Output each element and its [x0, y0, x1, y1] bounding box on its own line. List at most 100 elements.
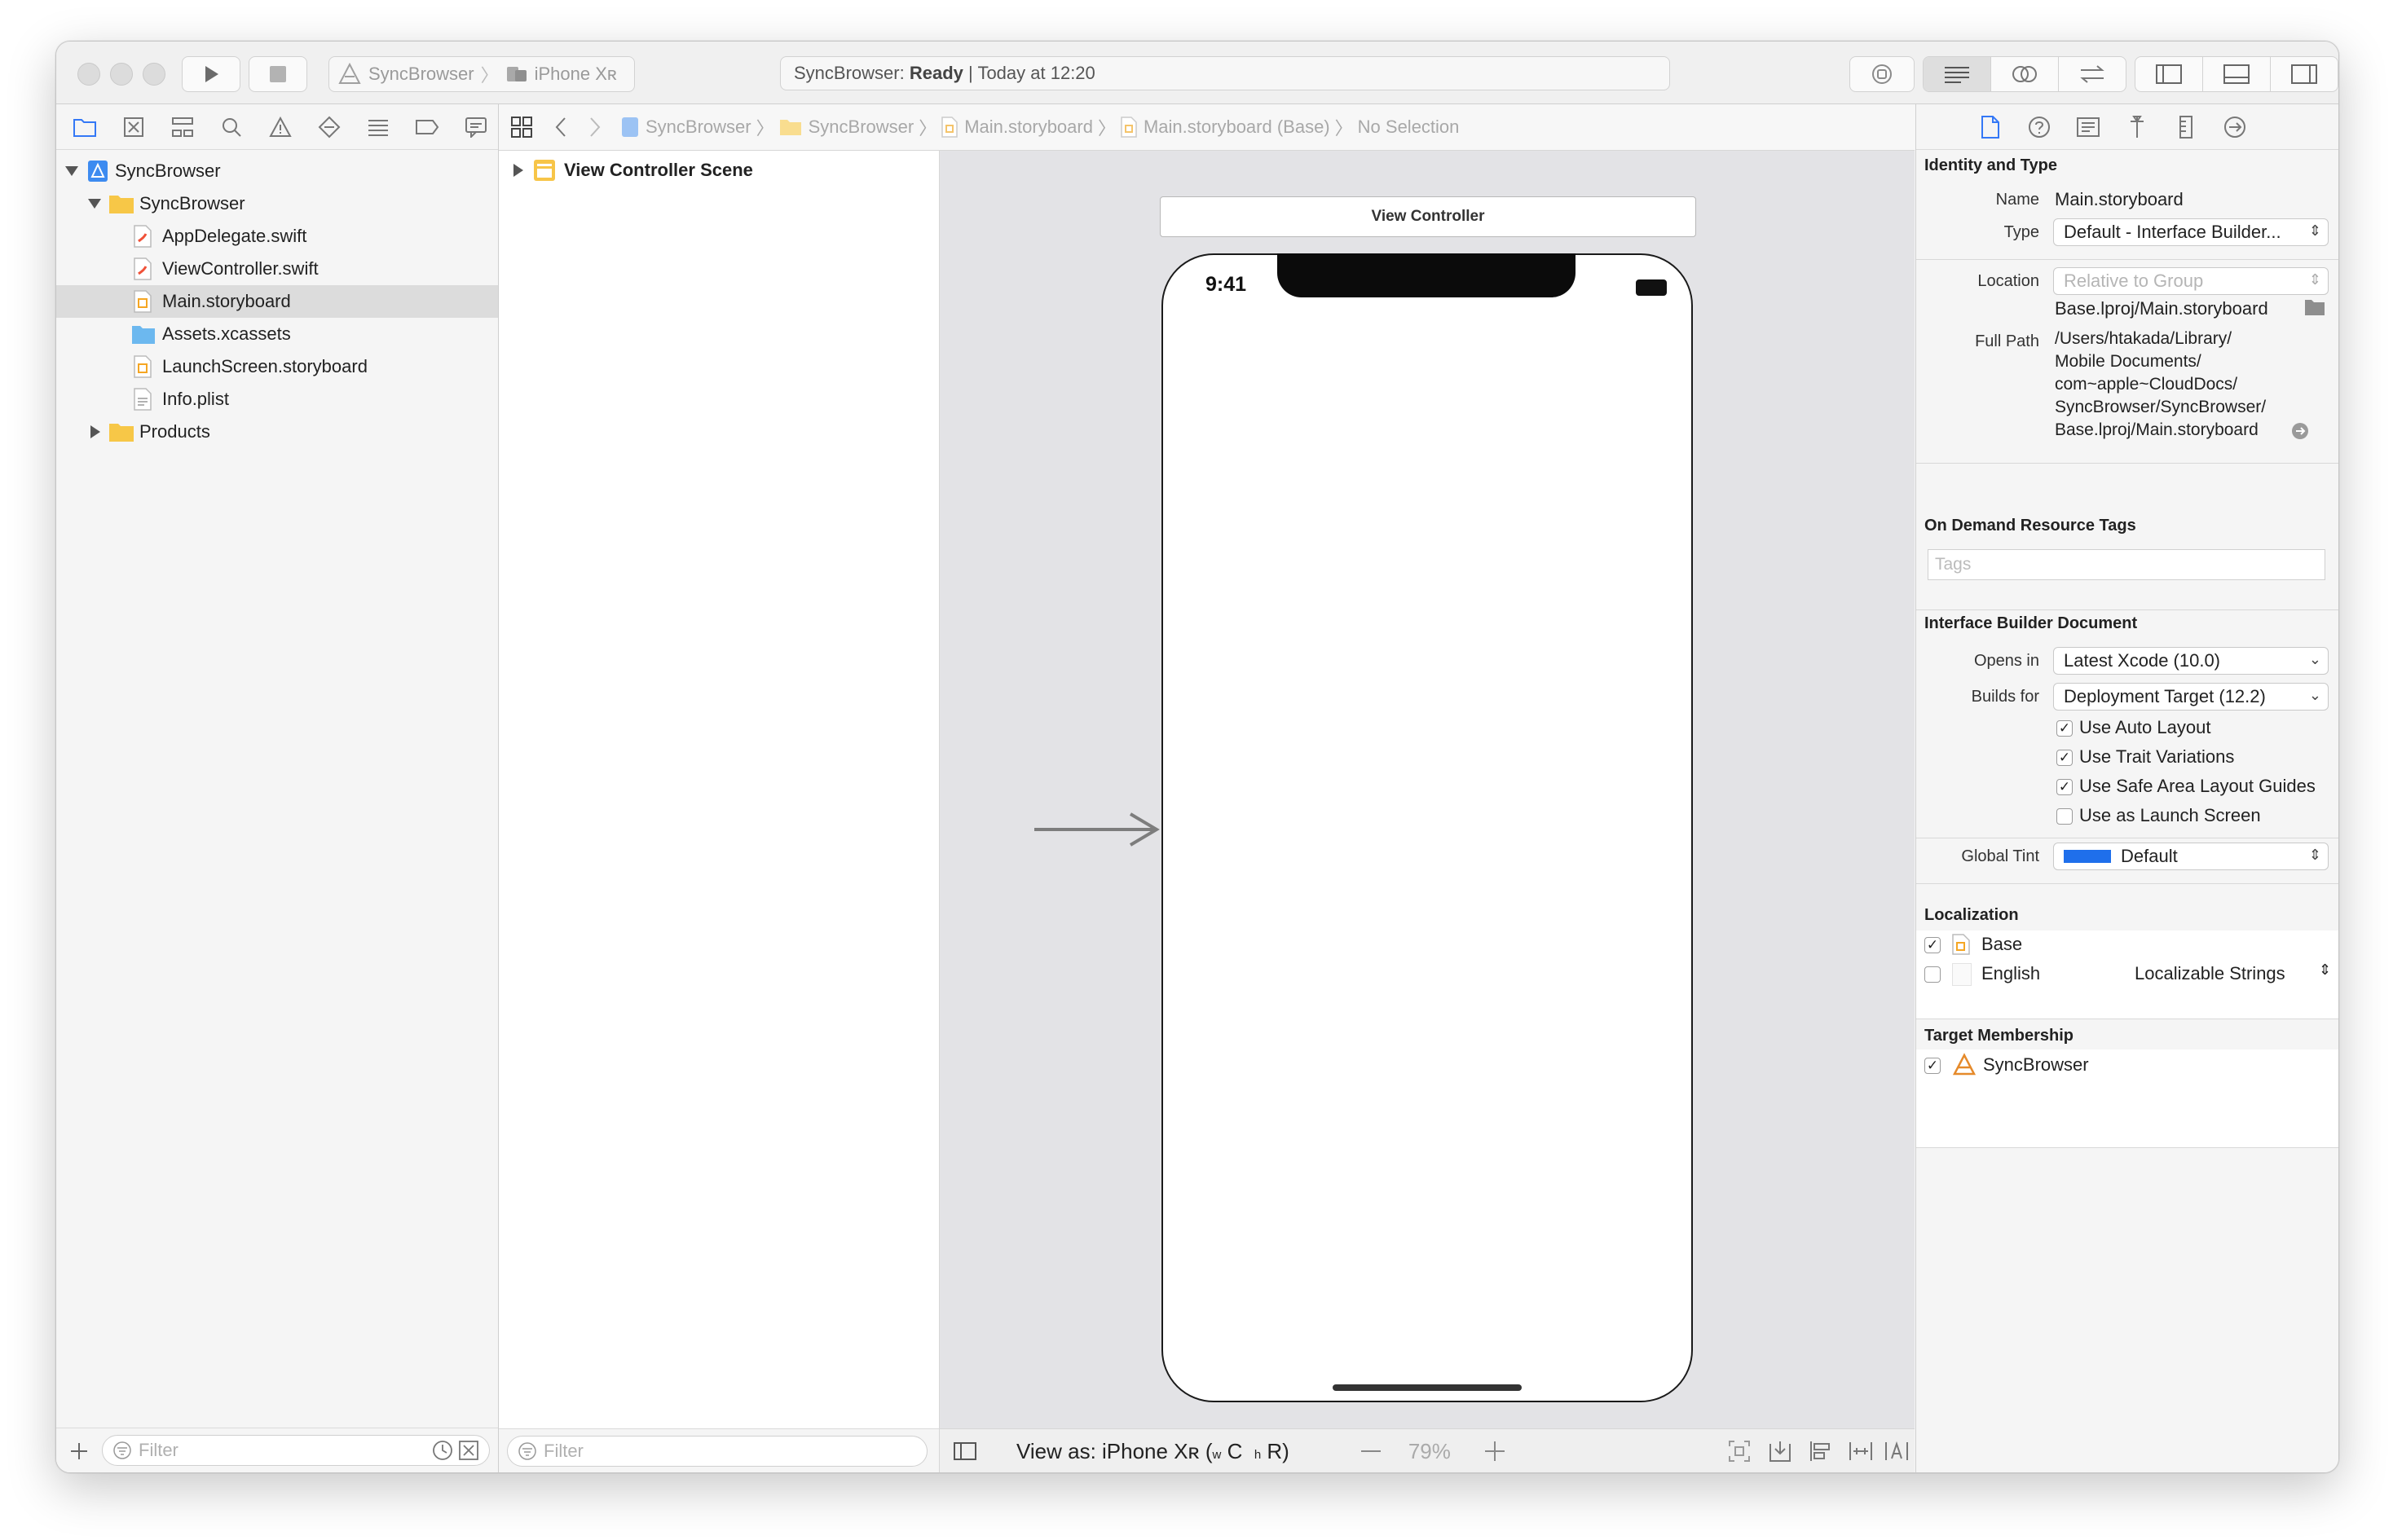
localization-english-checkbox[interactable] — [1924, 966, 1941, 983]
toggle-navigator-button[interactable] — [2135, 57, 2203, 91]
tree-row-file[interactable]: Info.plist — [56, 383, 498, 416]
tree-label: Info.plist — [162, 389, 229, 409]
stop-icon — [270, 66, 286, 82]
recent-files-icon[interactable] — [432, 1440, 453, 1461]
asset-catalog-icon — [132, 326, 155, 344]
tree-row-file[interactable]: AppDelegate.swift — [56, 220, 498, 253]
outline-filter-field[interactable]: Filter — [507, 1436, 928, 1467]
minimize-window-button[interactable] — [110, 63, 133, 86]
tags-field[interactable]: Tags — [1928, 549, 2325, 580]
fullpath-line: SyncBrowser/SyncBrowser/ — [2055, 398, 2267, 416]
type-popup[interactable]: Default - Interface Builder... ⇕ — [2053, 218, 2329, 246]
tree-row-project[interactable]: SyncBrowser — [56, 155, 498, 187]
outline-row-scene[interactable]: View Controller Scene — [499, 154, 939, 187]
use-trait-variations-checkbox[interactable]: ✓ — [2056, 750, 2073, 766]
zoom-window-button[interactable] — [143, 63, 165, 86]
zoom-out-icon[interactable] — [1360, 1443, 1382, 1459]
related-items-icon[interactable] — [510, 116, 533, 139]
embed-in-icon[interactable] — [1768, 1439, 1792, 1463]
scheme-selector[interactable]: SyncBrowser 〉 iPhone Xʀ — [328, 56, 635, 92]
builds-for-popup[interactable]: Deployment Target (12.2) ⌄ — [2053, 683, 2329, 711]
disclosure-closed-icon[interactable] — [89, 425, 102, 439]
breadcrumb-project[interactable]: SyncBrowser — [646, 117, 751, 138]
localization-english-type[interactable]: Localizable Strings — [2135, 963, 2285, 984]
update-frames-icon[interactable] — [1727, 1439, 1752, 1463]
tree-row-file[interactable]: Assets.xcassets — [56, 318, 498, 350]
updown-chevron-icon[interactable]: ⇕ — [2319, 961, 2331, 979]
target-syncbrowser-checkbox[interactable]: ✓ — [1924, 1058, 1941, 1074]
file-inspector-tab[interactable] — [1973, 110, 2007, 144]
opens-in-popup[interactable]: Latest Xcode (10.0) ⌄ — [2053, 647, 2329, 675]
add-icon[interactable] — [69, 1441, 89, 1461]
align-icon[interactable] — [1809, 1439, 1833, 1463]
run-button[interactable] — [182, 56, 240, 92]
forward-icon[interactable] — [588, 117, 602, 138]
size-inspector-tab[interactable] — [2169, 110, 2203, 144]
symbol-navigator-tab[interactable] — [165, 110, 200, 144]
navigator-filter-field[interactable]: Filter — [102, 1435, 490, 1466]
tree-row-group[interactable]: Products — [56, 416, 498, 448]
find-navigator-tab[interactable] — [214, 110, 249, 144]
view-controller-title-bar[interactable]: View Controller — [1160, 196, 1696, 237]
debug-navigator-tab[interactable] — [361, 110, 395, 144]
filter-icon — [518, 1442, 536, 1460]
resolve-auto-layout-icon[interactable] — [1884, 1439, 1910, 1463]
assistant-editor-button[interactable] — [1991, 57, 2059, 91]
issue-navigator-tab[interactable] — [263, 110, 297, 144]
bottom-panel-icon — [2223, 64, 2250, 84]
project-navigator-tab[interactable] — [68, 110, 102, 144]
breadcrumb-variant[interactable]: Main.storyboard (Base) — [1144, 117, 1330, 138]
back-icon[interactable] — [554, 117, 567, 138]
identity-inspector-tab[interactable] — [2071, 110, 2105, 144]
tree-row-file[interactable]: LaunchScreen.storyboard — [56, 350, 498, 383]
report-navigator-tab[interactable] — [459, 110, 493, 144]
toggle-debug-area-button[interactable] — [2203, 57, 2271, 91]
stop-button[interactable] — [249, 56, 307, 92]
quick-help-tab[interactable] — [2022, 110, 2056, 144]
localization-base-label: Base — [1981, 934, 2023, 954]
breadcrumb-file[interactable]: Main.storyboard — [964, 117, 1093, 138]
use-safe-area-checkbox[interactable]: ✓ — [2056, 779, 2073, 795]
zoom-in-icon[interactable] — [1483, 1440, 1506, 1463]
breakpoint-navigator-tab[interactable] — [410, 110, 444, 144]
connections-inspector-tab[interactable] — [2218, 110, 2252, 144]
source-control-tab[interactable] — [117, 110, 151, 144]
document-outline-toggle-icon[interactable] — [953, 1441, 977, 1461]
home-indicator — [1333, 1384, 1522, 1391]
swift-file-icon — [134, 257, 152, 280]
tree-row-group[interactable]: SyncBrowser — [56, 187, 498, 220]
close-window-button[interactable] — [77, 63, 100, 86]
add-constraints-icon[interactable] — [1848, 1439, 1874, 1463]
localization-base-checkbox[interactable]: ✓ — [1924, 937, 1941, 953]
use-as-launch-screen-checkbox[interactable] — [2056, 808, 2073, 825]
source-control-filter-icon[interactable] — [458, 1440, 479, 1461]
tree-row-file[interactable]: ViewController.swift — [56, 253, 498, 285]
breadcrumb-selection[interactable]: No Selection — [1358, 117, 1460, 138]
folder-icon — [109, 424, 134, 442]
lines-icon — [1945, 67, 1969, 83]
navigator-footer: Filter — [56, 1428, 498, 1472]
location-popup[interactable]: Relative to Group ⇕ — [2053, 267, 2329, 295]
global-tint-popup[interactable]: Default ⇕ — [2053, 843, 2329, 870]
use-auto-layout-checkbox[interactable]: ✓ — [2056, 720, 2073, 737]
disclosure-open-icon[interactable] — [64, 165, 79, 178]
disclosure-open-icon[interactable] — [87, 197, 102, 210]
view-as-label[interactable]: View as: iPhone Xʀ (w C h R) — [1016, 1439, 1289, 1464]
swap-arrows-icon — [2080, 65, 2104, 83]
version-editor-button[interactable] — [2059, 57, 2126, 91]
storyboard-canvas[interactable]: View Controller 9:41 — [940, 151, 1915, 1428]
library-button[interactable] — [1849, 56, 1915, 92]
device-icon — [506, 67, 527, 81]
iphone-frame[interactable]: 9:41 — [1161, 253, 1693, 1402]
reveal-arrow-icon[interactable] — [2291, 422, 2309, 440]
jump-bar: SyncBrowser 〉 SyncBrowser 〉 Main.storybo… — [499, 104, 1915, 151]
tree-row-file-selected[interactable]: Main.storyboard — [56, 285, 498, 318]
breadcrumb-group[interactable]: SyncBrowser — [809, 117, 914, 138]
standard-editor-button[interactable] — [1924, 57, 1991, 91]
global-tint-label: Global Tint — [1961, 847, 2039, 865]
attributes-inspector-tab[interactable] — [2120, 110, 2154, 144]
test-navigator-tab[interactable] — [312, 110, 346, 144]
folder-icon[interactable] — [2304, 298, 2325, 316]
disclosure-closed-icon[interactable] — [512, 163, 525, 178]
toggle-inspector-button[interactable] — [2271, 57, 2338, 91]
